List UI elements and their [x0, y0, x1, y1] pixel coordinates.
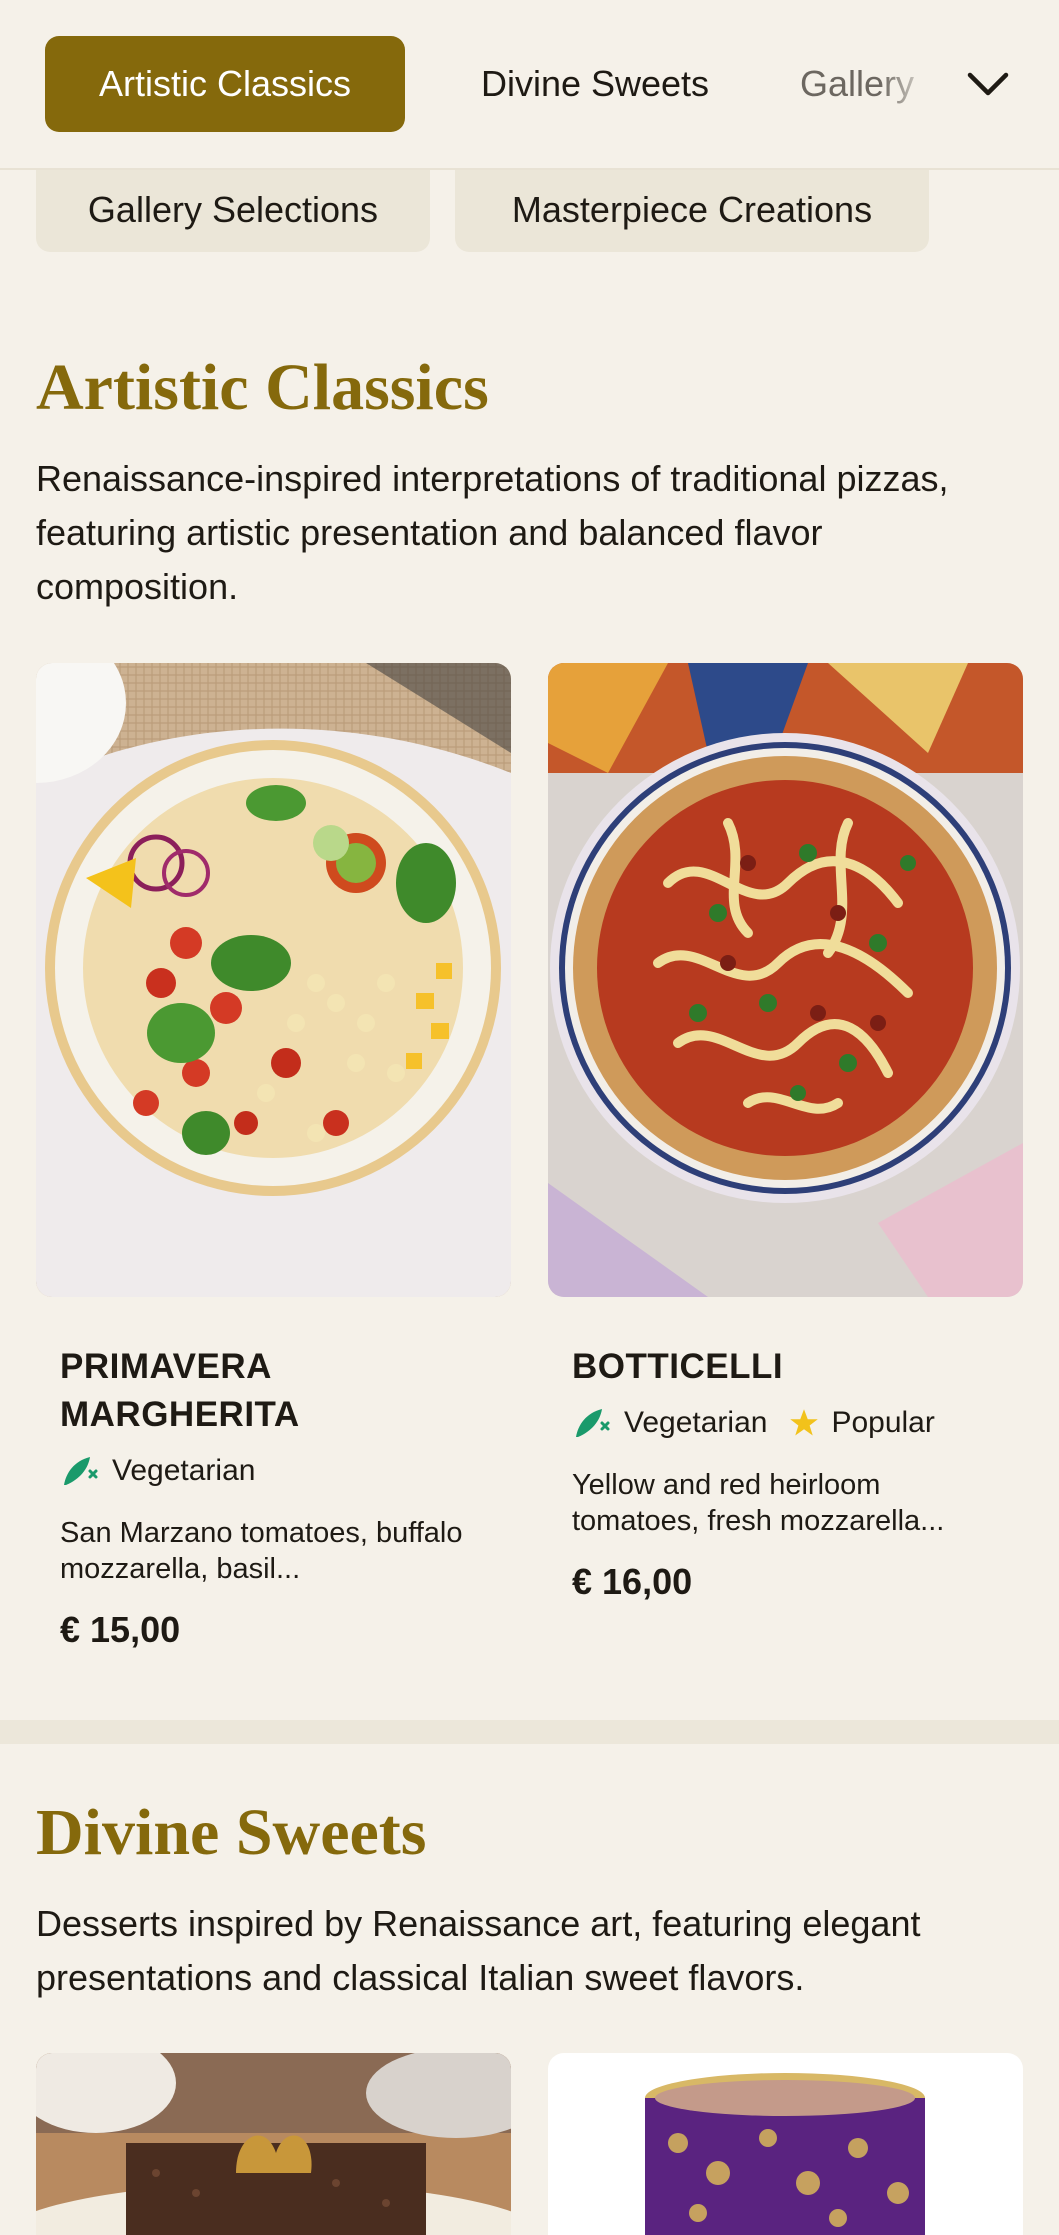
chevron-down-icon[interactable]: [962, 58, 1014, 110]
tag-label: Vegetarian: [112, 1454, 256, 1487]
botticelli-image[interactable]: [548, 663, 1023, 1297]
item-description: Yellow and red heirloom tomatoes, fresh …: [572, 1469, 945, 1537]
section-divider: [0, 1720, 1059, 1744]
tag-label: Vegetarian: [624, 1406, 768, 1439]
category-nav: Artistic Classics Divine Sweets Gallery: [0, 0, 1059, 170]
popular-tag: Popular: [789, 1406, 935, 1440]
item-price: € 15,00: [60, 1609, 181, 1650]
section-title: Divine Sweets: [36, 1796, 427, 1869]
vegetarian-icon: [576, 1409, 610, 1437]
item-name: BOTTICELLI: [572, 1347, 784, 1386]
tab-divine-sweets[interactable]: Divine Sweets: [440, 36, 750, 132]
item-price: € 16,00: [572, 1561, 693, 1602]
dessert-image[interactable]: [548, 2053, 1023, 2235]
item-description: San Marzano tomatoes, buffalo mozzarella…: [60, 1517, 463, 1585]
menu-card-primavera-margherita[interactable]: PRIMAVERA MARGHERITA Vegetarian San Marz…: [60, 1343, 490, 1651]
vegetarian-tag: Vegetarian: [572, 1405, 767, 1441]
item-name: PRIMAVERA MARGHERITA: [60, 1347, 300, 1434]
section-description: Renaissance-inspired interpretations of …: [36, 458, 949, 607]
vegetarian-tag: Vegetarian: [60, 1453, 255, 1489]
section-description: Desserts inspired by Renaissance art, fe…: [36, 1903, 921, 1998]
tag-label: Popular: [831, 1406, 935, 1439]
primavera-margherita-image[interactable]: [36, 663, 511, 1297]
dessert-image[interactable]: [36, 2053, 511, 2235]
vegetarian-icon: [64, 1457, 98, 1485]
chip-masterpiece-creations[interactable]: Masterpiece Creations: [455, 168, 929, 252]
section-title: Artistic Classics: [36, 351, 489, 424]
star-icon: [790, 1409, 819, 1436]
chip-gallery-selections[interactable]: Gallery Selections: [36, 168, 430, 252]
tab-artistic-classics[interactable]: Artistic Classics: [45, 36, 405, 132]
menu-card-botticelli[interactable]: BOTTICELLI Vegetarian Popular Yellow and…: [572, 1343, 1002, 1603]
